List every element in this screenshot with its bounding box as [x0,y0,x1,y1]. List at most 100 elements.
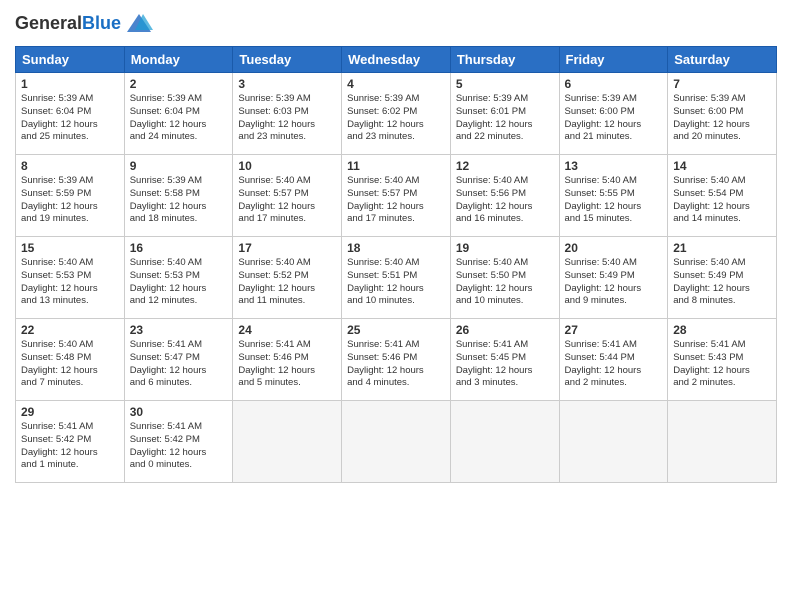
calendar-cell [233,401,342,483]
page: GeneralBlue SundayMondayTuesdayWednesday… [0,0,792,612]
calendar-cell: 19 Sunrise: 5:40 AM Sunset: 5:50 PM Dayli… [450,237,559,319]
calendar-cell [450,401,559,483]
day-info: Sunrise: 5:39 AM Sunset: 6:00 PM Dayligh… [565,93,663,144]
calendar-cell: 28 Sunrise: 5:41 AM Sunset: 5:43 PM Dayli… [668,319,777,401]
day-number: 21 [673,241,771,255]
day-number: 15 [21,241,119,255]
day-number: 7 [673,77,771,91]
day-number: 2 [130,77,228,91]
calendar-header-saturday: Saturday [668,47,777,73]
day-number: 18 [347,241,445,255]
calendar-cell: 25 Sunrise: 5:41 AM Sunset: 5:46 PM Dayli… [342,319,451,401]
calendar-cell: 5Sunrise: 5:39 AM Sunset: 6:01 PM Daylig… [450,73,559,155]
day-info: Sunrise: 5:40 AM Sunset: 5:56 PM Dayligh… [456,175,554,226]
logo: GeneralBlue [15,10,153,38]
day-info: Sunrise: 5:40 AM Sunset: 5:53 PM Dayligh… [21,257,119,308]
header: GeneralBlue [15,10,777,38]
day-number: 12 [456,159,554,173]
day-number: 5 [456,77,554,91]
calendar-week-row: 29 Sunrise: 5:41 AM Sunset: 5:42 PM Dayli… [16,401,777,483]
calendar-cell: 7 Sunrise: 5:39 AM Sunset: 6:00 PM Daylig… [668,73,777,155]
calendar-header-row: SundayMondayTuesdayWednesdayThursdayFrid… [16,47,777,73]
day-info: Sunrise: 5:40 AM Sunset: 5:51 PM Dayligh… [347,257,445,308]
calendar-cell: 12 Sunrise: 5:40 AM Sunset: 5:56 PM Dayli… [450,155,559,237]
day-number: 20 [565,241,663,255]
day-info: Sunrise: 5:39 AM Sunset: 5:59 PM Dayligh… [21,175,119,226]
day-info: Sunrise: 5:40 AM Sunset: 5:52 PM Dayligh… [238,257,336,308]
calendar-cell: 18 Sunrise: 5:40 AM Sunset: 5:51 PM Dayli… [342,237,451,319]
day-number: 26 [456,323,554,337]
calendar-cell: 22 Sunrise: 5:40 AM Sunset: 5:48 PM Dayli… [16,319,125,401]
calendar-cell: 11 Sunrise: 5:40 AM Sunset: 5:57 PM Dayli… [342,155,451,237]
day-info: Sunrise: 5:41 AM Sunset: 5:42 PM Dayligh… [21,421,119,472]
day-info: Sunrise: 5:40 AM Sunset: 5:57 PM Dayligh… [238,175,336,226]
day-info: Sunrise: 5:39 AM Sunset: 5:58 PM Dayligh… [130,175,228,226]
day-info: Sunrise: 5:41 AM Sunset: 5:47 PM Dayligh… [130,339,228,390]
calendar-cell: 1Sunrise: 5:39 AM Sunset: 6:04 PM Daylig… [16,73,125,155]
day-number: 9 [130,159,228,173]
logo-text: GeneralBlue [15,14,121,34]
day-info: Sunrise: 5:40 AM Sunset: 5:57 PM Dayligh… [347,175,445,226]
calendar-cell: 9 Sunrise: 5:39 AM Sunset: 5:58 PM Daylig… [124,155,233,237]
day-info: Sunrise: 5:39 AM Sunset: 6:02 PM Dayligh… [347,93,445,144]
day-info: Sunrise: 5:39 AM Sunset: 6:04 PM Dayligh… [21,93,119,144]
calendar-cell: 6 Sunrise: 5:39 AM Sunset: 6:00 PM Daylig… [559,73,668,155]
calendar-cell: 30 Sunrise: 5:41 AM Sunset: 5:42 PM Dayli… [124,401,233,483]
day-number: 25 [347,323,445,337]
calendar-cell: 16 Sunrise: 5:40 AM Sunset: 5:53 PM Dayli… [124,237,233,319]
day-info: Sunrise: 5:41 AM Sunset: 5:42 PM Dayligh… [130,421,228,472]
calendar-cell: 29 Sunrise: 5:41 AM Sunset: 5:42 PM Dayli… [16,401,125,483]
day-number: 30 [130,405,228,419]
calendar-header-monday: Monday [124,47,233,73]
calendar-cell: 15 Sunrise: 5:40 AM Sunset: 5:53 PM Dayli… [16,237,125,319]
calendar-cell: 26Sunrise: 5:41 AM Sunset: 5:45 PM Dayli… [450,319,559,401]
calendar-header-sunday: Sunday [16,47,125,73]
day-number: 29 [21,405,119,419]
calendar-cell [668,401,777,483]
day-info: Sunrise: 5:40 AM Sunset: 5:50 PM Dayligh… [456,257,554,308]
day-number: 19 [456,241,554,255]
calendar-cell: 4 Sunrise: 5:39 AM Sunset: 6:02 PM Daylig… [342,73,451,155]
calendar-cell [559,401,668,483]
day-info: Sunrise: 5:41 AM Sunset: 5:43 PM Dayligh… [673,339,771,390]
calendar-header-wednesday: Wednesday [342,47,451,73]
calendar-week-row: 1Sunrise: 5:39 AM Sunset: 6:04 PM Daylig… [16,73,777,155]
calendar-week-row: 8 Sunrise: 5:39 AM Sunset: 5:59 PM Daylig… [16,155,777,237]
day-info: Sunrise: 5:39 AM Sunset: 6:00 PM Dayligh… [673,93,771,144]
day-info: Sunrise: 5:39 AM Sunset: 6:03 PM Dayligh… [238,93,336,144]
calendar-cell: 8 Sunrise: 5:39 AM Sunset: 5:59 PM Daylig… [16,155,125,237]
calendar-table: SundayMondayTuesdayWednesdayThursdayFrid… [15,46,777,483]
calendar-cell: 21 Sunrise: 5:40 AM Sunset: 5:49 PM Dayli… [668,237,777,319]
day-number: 17 [238,241,336,255]
day-info: Sunrise: 5:40 AM Sunset: 5:53 PM Dayligh… [130,257,228,308]
day-info: Sunrise: 5:41 AM Sunset: 5:46 PM Dayligh… [347,339,445,390]
calendar-cell: 10 Sunrise: 5:40 AM Sunset: 5:57 PM Dayli… [233,155,342,237]
day-number: 10 [238,159,336,173]
day-number: 16 [130,241,228,255]
calendar-cell: 17 Sunrise: 5:40 AM Sunset: 5:52 PM Dayli… [233,237,342,319]
day-info: Sunrise: 5:40 AM Sunset: 5:49 PM Dayligh… [673,257,771,308]
day-number: 4 [347,77,445,91]
day-number: 23 [130,323,228,337]
calendar-header-thursday: Thursday [450,47,559,73]
calendar-cell [342,401,451,483]
calendar-cell: 20Sunrise: 5:40 AM Sunset: 5:49 PM Dayli… [559,237,668,319]
day-number: 6 [565,77,663,91]
day-number: 11 [347,159,445,173]
day-info: Sunrise: 5:41 AM Sunset: 5:44 PM Dayligh… [565,339,663,390]
day-info: Sunrise: 5:41 AM Sunset: 5:46 PM Dayligh… [238,339,336,390]
calendar-header-tuesday: Tuesday [233,47,342,73]
calendar-cell: 27 Sunrise: 5:41 AM Sunset: 5:44 PM Dayli… [559,319,668,401]
calendar-cell: 14Sunrise: 5:40 AM Sunset: 5:54 PM Dayli… [668,155,777,237]
calendar-cell: 2Sunrise: 5:39 AM Sunset: 6:04 PM Daylig… [124,73,233,155]
day-info: Sunrise: 5:40 AM Sunset: 5:48 PM Dayligh… [21,339,119,390]
calendar-cell: 3Sunrise: 5:39 AM Sunset: 6:03 PM Daylig… [233,73,342,155]
day-number: 14 [673,159,771,173]
day-number: 27 [565,323,663,337]
calendar-week-row: 22 Sunrise: 5:40 AM Sunset: 5:48 PM Dayli… [16,319,777,401]
day-number: 24 [238,323,336,337]
day-number: 8 [21,159,119,173]
logo-icon [125,10,153,38]
day-number: 28 [673,323,771,337]
day-number: 22 [21,323,119,337]
